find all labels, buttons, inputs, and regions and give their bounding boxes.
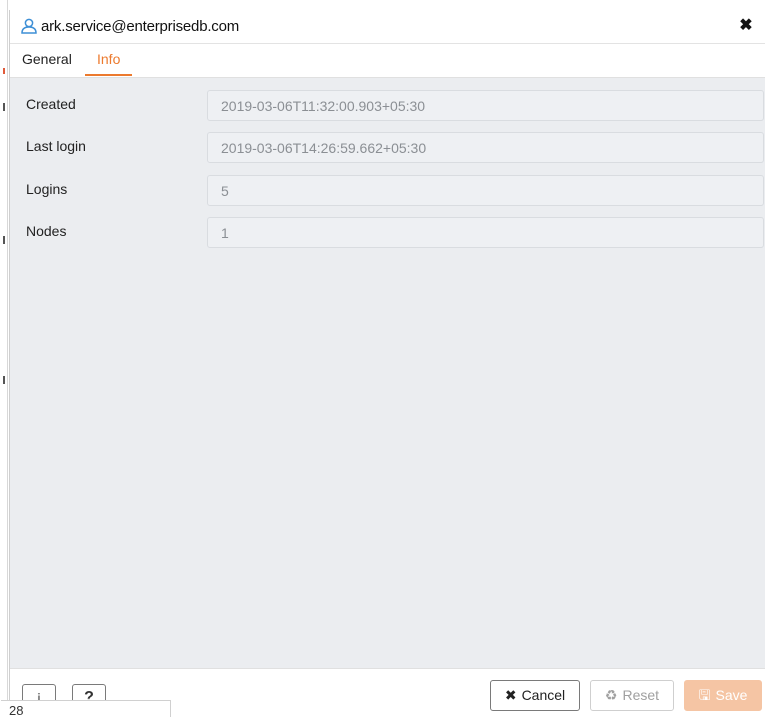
background-app-strip [0,0,9,717]
field-row-logins: Logins 5 [10,175,765,209]
cancel-button[interactable]: ✖ Cancel [490,680,580,711]
field-label: Nodes [26,223,67,239]
reset-label: Reset [622,687,660,703]
background-mark [3,236,5,244]
user-icon [21,18,37,34]
properties-dialog: ark.service@enterprisedb.com ✖ General I… [1,10,765,717]
logins-field[interactable]: 5 [207,175,764,206]
tab-general[interactable]: General [22,51,72,74]
field-row-last-login: Last login 2019-03-06T14:26:59.662+05:30 [10,132,765,166]
tab-info[interactable]: Info [85,51,133,76]
save-button[interactable]: 🖫 Save [684,680,762,711]
recycle-icon: ♻ [604,687,618,703]
background-mark [3,103,5,111]
background-mark [3,68,5,74]
created-field[interactable]: 2019-03-06T11:32:00.903+05:30 [207,90,764,121]
floppy-disk-icon: 🖫 [698,687,711,703]
background-mark [3,376,5,384]
last-login-field[interactable]: 2019-03-06T14:26:59.662+05:30 [207,132,764,163]
cancel-label: Cancel [521,687,566,703]
field-label: Created [26,96,76,112]
app-root: ark.service@enterprisedb.com ✖ General I… [0,0,765,717]
field-label: Last login [26,138,86,154]
close-icon: ✖ [739,17,753,34]
save-label: Save [715,687,748,703]
dialog-title: ark.service@enterprisedb.com [41,18,240,35]
field-row-created: Created 2019-03-06T11:32:00.903+05:30 [10,90,765,124]
nodes-field[interactable]: 1 [207,217,764,248]
tab-info-label: Info [97,51,121,67]
field-row-nodes: Nodes 1 [10,217,765,251]
background-divider [7,0,8,717]
dialog-titlebar[interactable]: ark.service@enterprisedb.com ✖ [10,10,765,44]
dialog-footer: i ? 28 ✖ Cancel ♻ Reset 🖫 Save [1,668,765,717]
status-readout: 28 [1,700,171,717]
close-icon: ✖ [504,687,517,703]
reset-button[interactable]: ♻ Reset [590,680,674,711]
tab-bar: General Info [10,44,765,78]
info-panel: Created 2019-03-06T11:32:00.903+05:30 La… [10,78,765,668]
field-label: Logins [26,181,68,197]
close-button[interactable]: ✖ [736,16,756,36]
